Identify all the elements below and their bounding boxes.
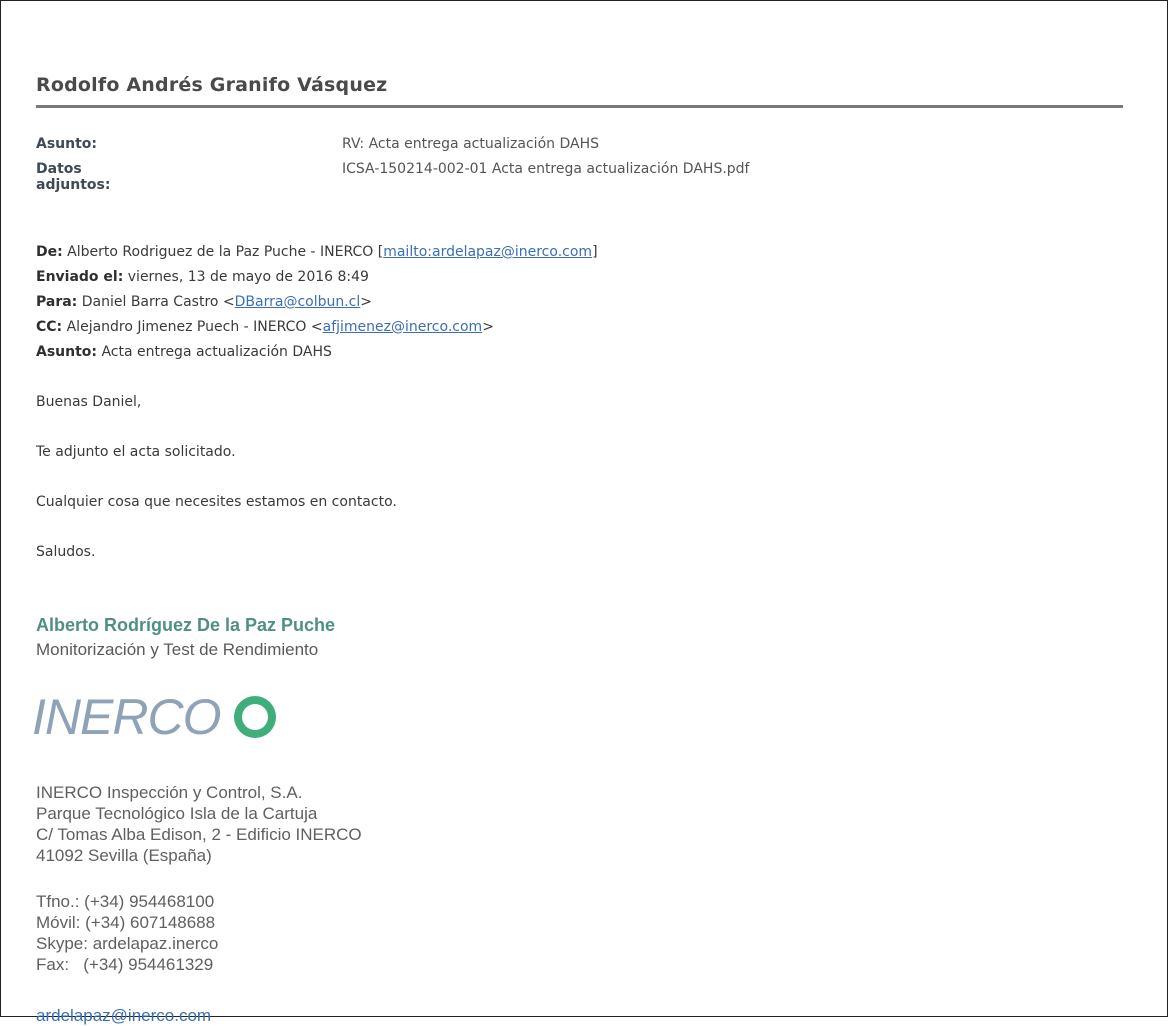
signature-phone: Tfno.: (+34) 954468100 (36, 892, 215, 911)
body-line-1: Te adjunto el acta solicitado. (36, 444, 236, 460)
forward-from-close: ] (592, 244, 598, 260)
signature-mobile: Móvil: (+34) 607148688 (36, 913, 216, 932)
signature-name: Alberto Rodríguez De la Paz Puche (36, 615, 336, 635)
forward-to-close: > (360, 294, 373, 310)
forward-from-value: Alberto Rodriguez de la Paz Puche - INER… (67, 244, 384, 260)
signature-address-3: 41092 Sevilla (España) (36, 846, 212, 865)
mailbox-owner-title: Rodolfo Andrés Granifo Vásquez (36, 74, 388, 96)
forward-sent-label: Enviado el: (36, 269, 124, 285)
forward-subject-value: Acta entrega actualización DAHS (101, 344, 332, 360)
forward-sent-value: viernes, 13 de mayo de 2016 8:49 (127, 269, 369, 285)
header-subject-value: RV: Acta entrega actualización DAHS (342, 136, 599, 152)
signature-address-1: Parque Tecnológico Isla de la Cartuja (36, 804, 318, 823)
signature-address-2: C/ Tomas Alba Edison, 2 - Edificio INERC… (36, 825, 362, 844)
header-subject-label: Asunto: (36, 136, 98, 152)
forward-to-line: Para: Daniel Barra Castro <DBarra@colbun… (36, 294, 372, 310)
body-line-2: Cualquier cosa que necesites estamos en … (36, 494, 397, 510)
header-attachments-label: Datos adjuntos: (36, 161, 111, 193)
inerco-logo-text: INERCO (32, 689, 221, 745)
forward-subject-line: Asunto: Acta entrega actualización DAHS (36, 344, 332, 360)
signature-company: INERCO Inspección y Control, S.A. (36, 783, 303, 802)
forward-to-email-link[interactable]: DBarra@colbun.cl (235, 294, 361, 310)
inerco-logo: INERCO (32, 688, 282, 746)
body-greeting: Buenas Daniel, (36, 394, 142, 410)
forward-to-label: Para: (36, 294, 78, 310)
body-closing: Saludos. (36, 544, 96, 560)
signature-email-link[interactable]: ardelapaz@inerco.com (36, 1006, 211, 1026)
forward-cc-label: CC: (36, 319, 63, 335)
signature-fax: Fax: (+34) 954461329 (36, 955, 214, 974)
attachment-file-name[interactable]: ICSA-150214-002-01 Acta entrega actualiz… (342, 161, 749, 177)
forward-cc-line: CC: Alejandro Jimenez Puech - INERCO <af… (36, 319, 494, 335)
forward-sent-line: Enviado el: viernes, 13 de mayo de 2016 … (36, 269, 369, 285)
forward-from-line: De: Alberto Rodriguez de la Paz Puche - … (36, 244, 598, 260)
forward-to-value: Daniel Barra Castro < (81, 294, 235, 310)
forward-subject-label: Asunto: (36, 344, 98, 360)
forward-from-label: De: (36, 244, 63, 260)
inerco-swirl-icon (234, 696, 277, 738)
signature-role: Monitorización y Test de Rendimiento (36, 640, 319, 659)
forward-cc-close: > (482, 319, 494, 335)
forward-cc-email-link[interactable]: afjimenez@inerco.com (323, 319, 483, 335)
title-divider (36, 105, 1123, 108)
forward-from-mailto-link[interactable]: mailto:ardelapaz@inerco.com (383, 244, 592, 260)
signature-skype: Skype: ardelapaz.inerco (36, 934, 219, 953)
forward-cc-value: Alejandro Jimenez Puech - INERCO < (66, 319, 323, 335)
